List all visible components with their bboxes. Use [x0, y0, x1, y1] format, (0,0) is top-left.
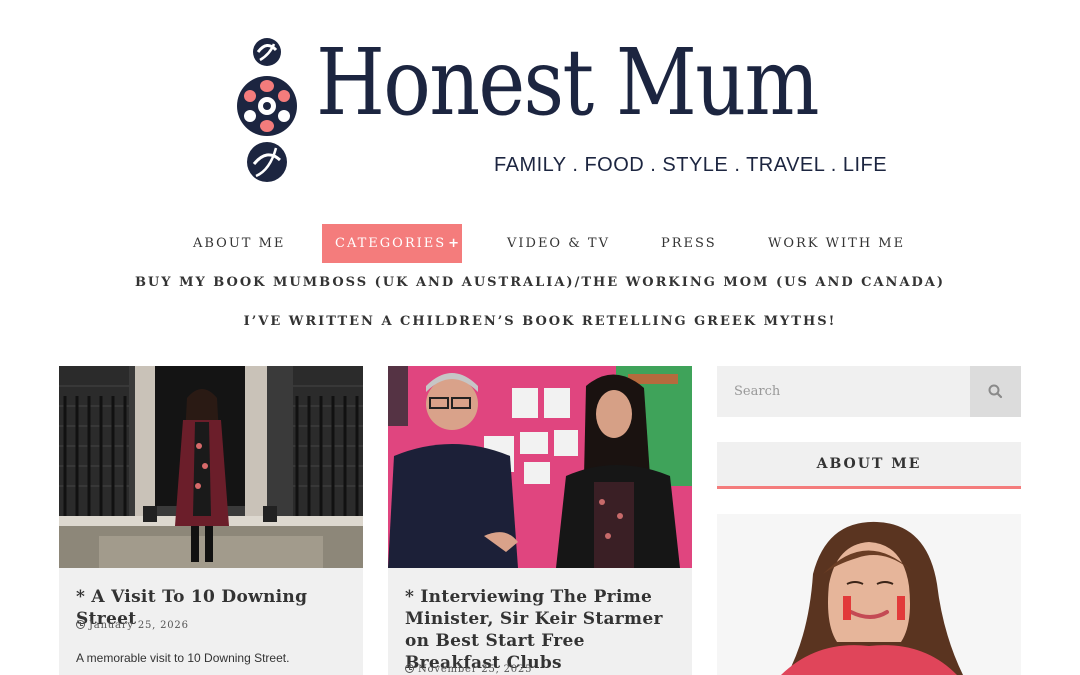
search-widget [717, 366, 1021, 417]
nav-item-work-with-me[interactable]: Work With Me [768, 224, 903, 263]
site-logo[interactable]: Honest Mum FAMILY . FOOD . STYLE . TRAVE… [236, 29, 887, 186]
post-image[interactable]: 10 [59, 366, 363, 568]
logo-mark-icon [237, 38, 297, 182]
search-input[interactable] [717, 366, 970, 417]
post-date: January 25, 2026 [76, 620, 189, 631]
site-tagline: FAMILY . FOOD . STYLE . TRAVEL . LIFE [494, 154, 888, 176]
search-button[interactable] [970, 366, 1021, 417]
post-date-text: November 25, 2025 [418, 664, 533, 675]
about-me-heading: ABOUT ME [717, 442, 1021, 489]
nav-item-childrens-book[interactable]: I’ve written a children’s book retelling… [0, 314, 1080, 329]
nav-item-label: Categories [335, 236, 447, 251]
nav-item-video-tv[interactable]: Video & TV [507, 224, 608, 263]
main-nav: About Me Categories + Video & TV Press Wo… [0, 224, 1080, 264]
site-title: Honest Mum [316, 29, 819, 136]
post-date-text: January 25, 2026 [89, 620, 189, 631]
nav-item-buy-book[interactable]: Buy my book MUMBOSS (UK and Australia)/T… [0, 275, 1080, 290]
about-me-photo [717, 514, 1021, 675]
post-card: * Interviewing The Prime Minister, Sir K… [388, 366, 692, 675]
post-title[interactable]: * Interviewing The Prime Minister, Sir K… [405, 586, 680, 674]
plus-icon: + [448, 236, 462, 251]
nav-item-categories[interactable]: Categories + [322, 224, 462, 263]
post-card: 10 * A Visit To 10 Downing Street Januar… [59, 366, 363, 675]
post-date: November 25, 2025 [405, 664, 532, 675]
clock-icon [76, 620, 85, 629]
post-image[interactable] [388, 366, 692, 568]
post-excerpt: A memorable visit to 10 Downing Street. [76, 651, 290, 665]
nav-item-press[interactable]: Press [661, 224, 715, 263]
clock-icon [405, 664, 414, 673]
nav-item-about-me[interactable]: About Me [193, 224, 283, 263]
search-icon [988, 384, 1003, 399]
